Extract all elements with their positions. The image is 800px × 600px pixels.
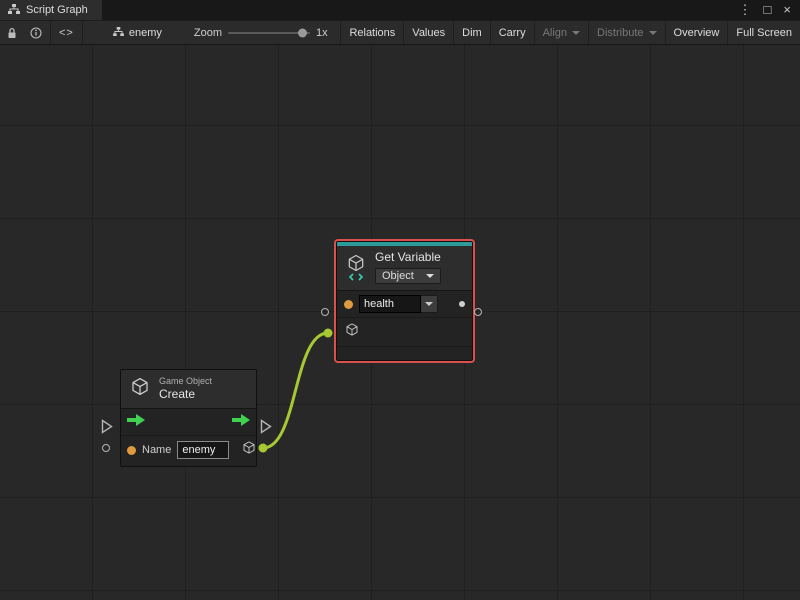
node-body: Name xyxy=(121,408,256,466)
name-label: Name xyxy=(142,444,171,456)
value-output-port[interactable] xyxy=(459,301,465,307)
gameobject-output-icon[interactable] xyxy=(241,440,257,460)
tab-label: Script Graph xyxy=(26,4,88,16)
node-game-object-create[interactable]: Game Object Create Name xyxy=(120,369,257,467)
control-flow-row xyxy=(121,409,256,435)
graph-canvas[interactable]: Get Variable Object xyxy=(0,45,800,600)
node-title: Get Variable xyxy=(375,250,441,264)
name-input-port[interactable] xyxy=(127,446,136,455)
toolbar-separator xyxy=(50,21,51,44)
toolbar-buttons: Relations Values Dim Carry Align Distrib… xyxy=(340,21,800,44)
flow-input-port-triangle[interactable] xyxy=(101,419,113,439)
gameobject-port-icon[interactable] xyxy=(344,322,360,342)
chevron-down-icon xyxy=(426,274,434,278)
variable-name-dropdown[interactable] xyxy=(421,295,438,313)
distribute-button: Distribute xyxy=(588,21,664,44)
code-icon[interactable]: <> xyxy=(53,21,80,44)
node-header[interactable]: Game Object Create xyxy=(121,370,256,408)
close-icon[interactable]: × xyxy=(783,0,791,20)
get-variable-right-port-circle[interactable] xyxy=(474,308,482,316)
chevron-down-icon xyxy=(425,302,433,306)
node-title: Create xyxy=(159,387,212,401)
gameobject-cube-icon xyxy=(129,376,151,402)
overview-button[interactable]: Overview xyxy=(665,21,728,44)
variable-name-row xyxy=(337,291,472,317)
zoom-slider-handle[interactable] xyxy=(298,28,307,37)
graph-name-label: enemy xyxy=(129,27,162,39)
node-category: Game Object xyxy=(159,376,212,387)
name-port-circle[interactable] xyxy=(102,444,110,452)
full-screen-button[interactable]: Full Screen xyxy=(727,21,800,44)
flow-output-arrow-icon[interactable] xyxy=(232,413,250,431)
script-graph-window: Script Graph ⋮ □ × <> xyxy=(0,0,800,600)
code-brackets-icon xyxy=(349,273,363,281)
lock-icon[interactable] xyxy=(0,21,24,44)
name-input-row: Name xyxy=(121,436,256,466)
node-header[interactable]: Get Variable Object xyxy=(337,246,472,290)
values-button[interactable]: Values xyxy=(403,21,453,44)
align-button: Align xyxy=(534,21,588,44)
flow-output-port-triangle[interactable] xyxy=(260,419,272,439)
zoom-value: 1x xyxy=(316,27,328,39)
dim-button[interactable]: Dim xyxy=(453,21,490,44)
variable-scope-dropdown[interactable]: Object xyxy=(375,268,441,284)
zoom-slider[interactable] xyxy=(228,21,310,44)
script-graph-icon-small xyxy=(113,27,124,39)
variable-name-input[interactable] xyxy=(359,295,421,313)
tab-script-graph[interactable]: Script Graph xyxy=(0,0,102,20)
window-controls: ⋮ □ × xyxy=(739,0,800,20)
maximize-icon[interactable]: □ xyxy=(764,0,772,20)
name-value-input[interactable] xyxy=(177,441,229,459)
value-input-port[interactable] xyxy=(344,300,353,309)
titlebar: Script Graph ⋮ □ × xyxy=(0,0,800,20)
chevron-down-icon xyxy=(572,31,580,35)
flow-input-arrow-icon[interactable] xyxy=(127,413,145,431)
toolbar-separator xyxy=(82,21,83,44)
zoom-label: Zoom xyxy=(194,27,222,39)
relations-button[interactable]: Relations xyxy=(340,21,403,44)
carry-button[interactable]: Carry xyxy=(490,21,534,44)
menu-kebab-icon[interactable]: ⋮ xyxy=(739,0,752,20)
node-get-variable[interactable]: Get Variable Object xyxy=(336,241,473,361)
chevron-down-icon xyxy=(649,31,657,35)
script-graph-icon xyxy=(8,4,20,17)
get-variable-left-port-circle[interactable] xyxy=(321,308,329,316)
object-input-row xyxy=(337,318,472,346)
wire-start-port xyxy=(259,444,268,453)
node-footer xyxy=(337,347,472,360)
graph-toolbar: <> enemy Zoom 1x Relations Values Dim Ca… xyxy=(0,20,800,45)
current-graph[interactable]: enemy xyxy=(113,27,162,39)
wire-end-port xyxy=(324,329,333,338)
variable-cube-icon xyxy=(345,253,367,281)
node-body xyxy=(337,290,472,360)
info-icon[interactable] xyxy=(24,21,48,44)
